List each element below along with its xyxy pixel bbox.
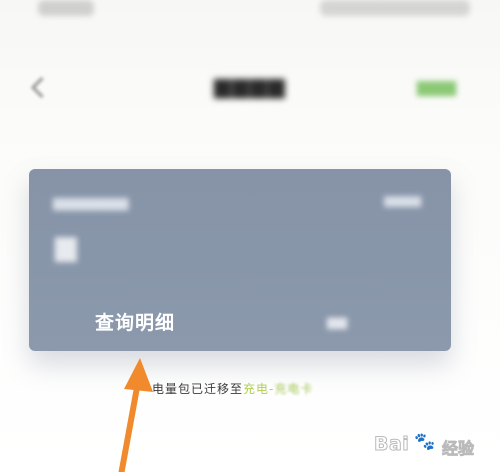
card-action-blurred[interactable]: ▆▆ <box>327 315 359 331</box>
arrow-head <box>124 358 153 392</box>
query-detail-button[interactable]: 查询明细 <box>95 308 175 335</box>
notice-link-charge[interactable]: 充电 <box>243 382 269 396</box>
arrow-shaft <box>118 379 141 472</box>
balance-card: ▆▆▆▆▆▆▆ ▆▆▆▆ ▆ 查询明细 ▆▆ <box>29 169 451 351</box>
baidu-jingyan-logo-icon: Bai 🐾 经验 <box>356 426 486 462</box>
status-bar-left-blurred <box>38 0 94 16</box>
watermark-brand: Bai <box>373 433 410 456</box>
app-screen: ▆▆▆▆ ▆▆▆ ▆▆▆▆▆▆▆ ▆▆▆▆ ▆ 查询明细 ▆▆ 电量包已迁移至充… <box>0 0 500 472</box>
status-bar-right-blurred <box>320 0 470 16</box>
card-value-blurred: ▆ <box>55 229 77 262</box>
watermark-suffix: 经验 <box>442 439 475 459</box>
nav-bar: ▆▆▆▆ ▆▆▆ <box>0 66 500 112</box>
status-bar <box>0 0 500 26</box>
page-title: ▆▆▆▆ <box>214 74 286 99</box>
nav-action-button[interactable]: ▆▆▆ <box>417 77 456 97</box>
notice-prefix: 电量包已迁移至 <box>152 382 244 396</box>
chevron-left-icon[interactable] <box>30 76 53 99</box>
card-label-blurred: ▆▆▆▆▆▆▆ <box>53 195 129 211</box>
migration-notice: 电量包已迁移至充电-充电卡 <box>152 380 313 397</box>
notice-link-charge-card[interactable]: 充电卡 <box>274 382 313 396</box>
paw-icon: 🐾 <box>414 432 436 453</box>
card-corner-blurred: ▆▆▆▆ <box>384 193 421 207</box>
